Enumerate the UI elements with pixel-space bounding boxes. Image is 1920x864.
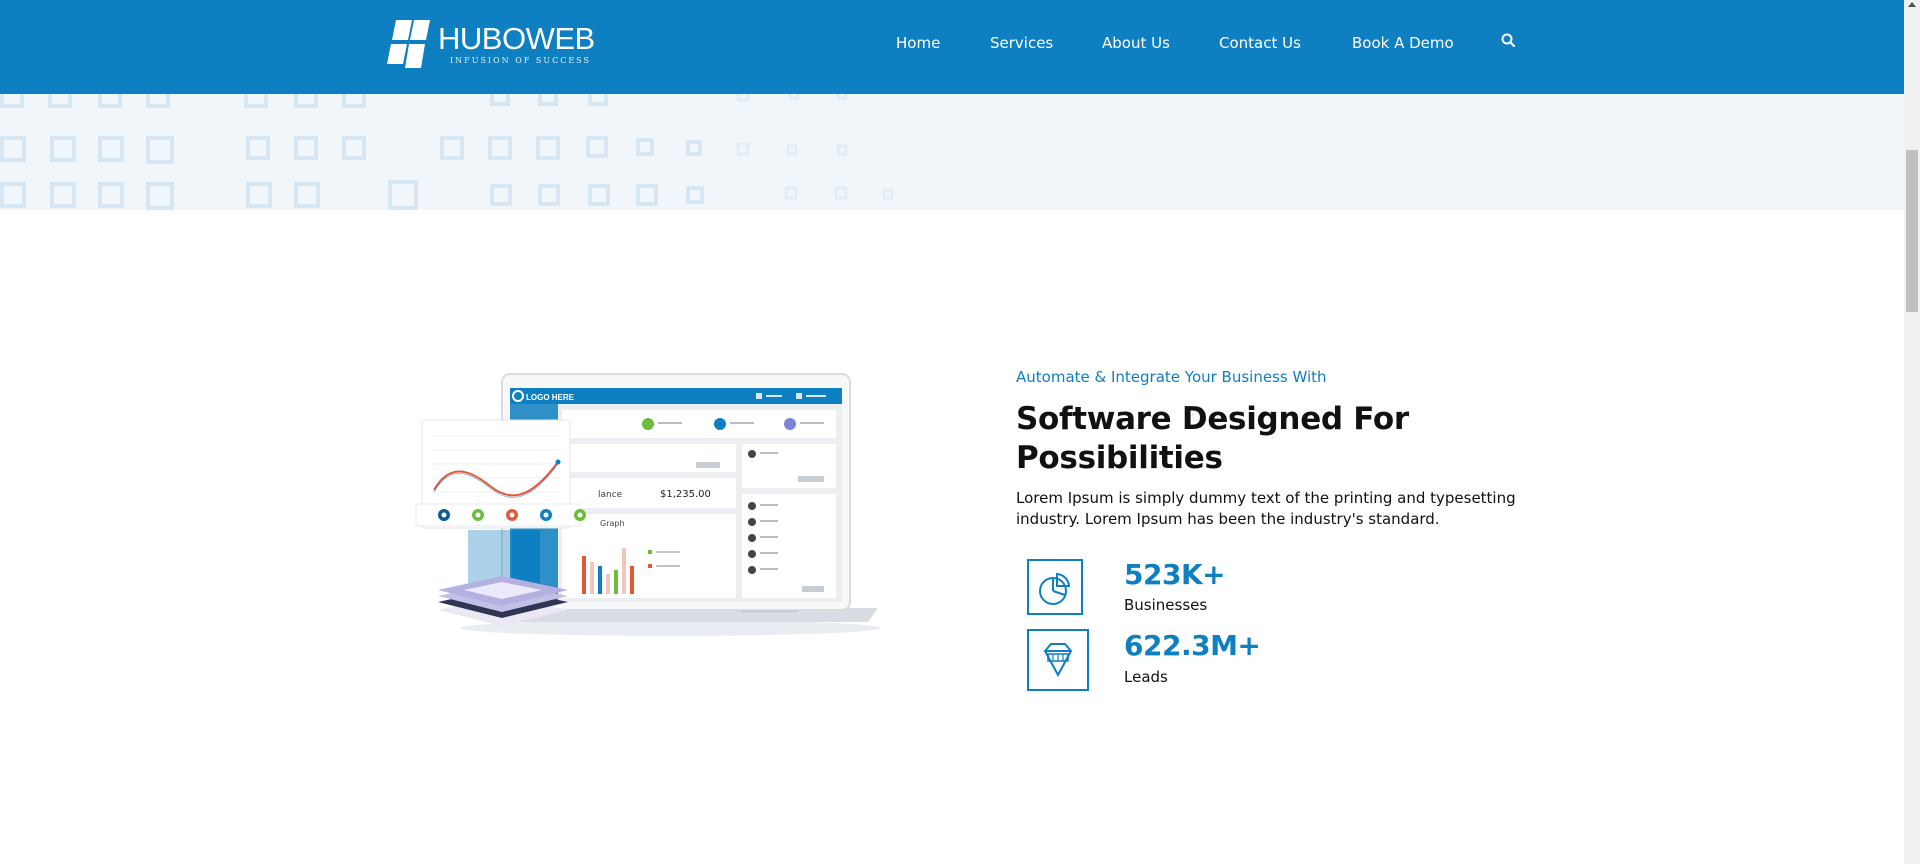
decorative-pattern: [0, 94, 1904, 210]
site-logo[interactable]: HUBOWEB INFUSION OF SUCCESS: [386, 18, 595, 70]
stat-value-leads: 622.3M+: [1124, 629, 1261, 662]
balance-label: lance: [598, 490, 623, 500]
stat-leads: 622.3M+ Leads: [1016, 629, 1536, 695]
balance-value: $1,235.00: [660, 489, 711, 500]
section-description: Lorem Ipsum is simply dummy text of the …: [1016, 489, 1516, 528]
headline-line-2: Possibilities: [1016, 440, 1223, 476]
nav-services[interactable]: Services: [990, 30, 1053, 56]
nav-contact-us[interactable]: Contact Us: [1219, 30, 1301, 56]
headline-line-1: Software Designed For: [1016, 401, 1409, 437]
pie-chart-icon: [1027, 559, 1083, 615]
stat-value-businesses: 523K+: [1124, 558, 1226, 591]
section-headline: Software Designed For Possibilities: [1016, 400, 1536, 478]
nav-book-a-demo[interactable]: Book A Demo: [1352, 30, 1454, 56]
search-icon[interactable]: [1500, 32, 1518, 50]
graph-label: Graph: [600, 519, 625, 528]
site-header: HUBOWEB INFUSION OF SUCCESS Home Service…: [0, 0, 1904, 94]
scroll-up-arrow-icon[interactable]: [1908, 2, 1916, 7]
diamond-icon: [1027, 629, 1089, 691]
feature-section: Automate & Integrate Your Business With …: [1016, 366, 1536, 530]
logo-name: HUBOWEB: [438, 21, 595, 56]
nav-about-us[interactable]: About Us: [1102, 30, 1170, 56]
scrollbar-thumb[interactable]: [1906, 150, 1918, 312]
section-eyebrow: Automate & Integrate Your Business With: [1016, 368, 1327, 386]
page-scrollbar[interactable]: [1904, 0, 1920, 864]
logo-mark-icon: [386, 20, 432, 68]
dashboard-logo-text: LOGO HERE: [526, 393, 575, 402]
stat-businesses: 523K+ Businesses: [1016, 559, 1536, 625]
nav-home[interactable]: Home: [896, 30, 940, 56]
stat-label-businesses: Businesses: [1124, 596, 1208, 614]
dashboard-illustration: LOGO HERE lance $1,235.00 Graph: [410, 370, 890, 650]
logo-tagline: INFUSION OF SUCCESS: [450, 56, 591, 65]
stat-label-leads: Leads: [1124, 668, 1168, 686]
